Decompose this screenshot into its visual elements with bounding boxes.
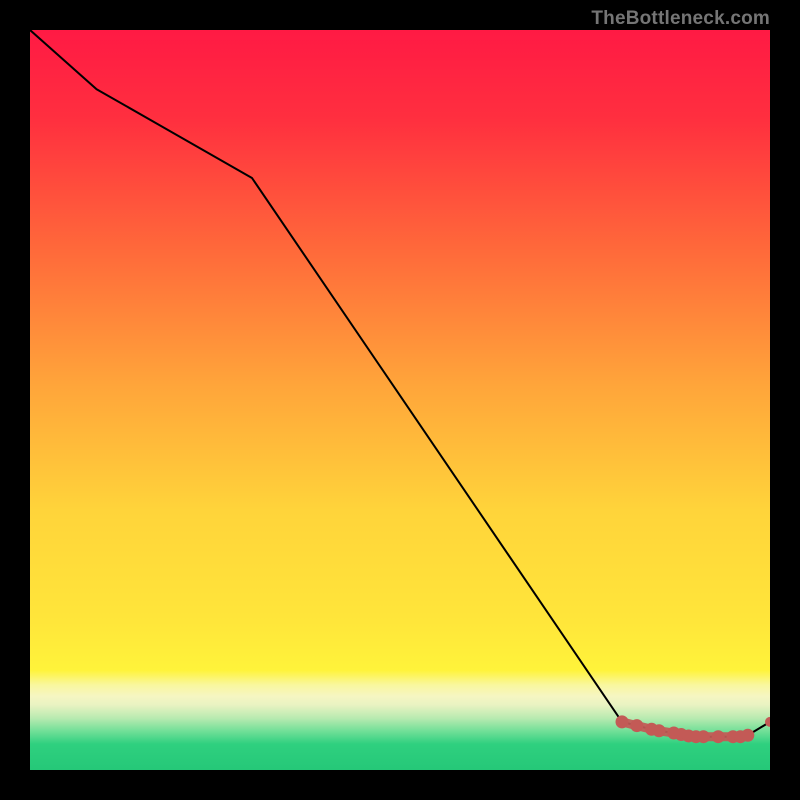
data-point xyxy=(616,715,629,728)
data-point xyxy=(697,730,710,743)
chart-svg xyxy=(30,30,770,770)
data-point xyxy=(712,730,725,743)
data-point xyxy=(630,719,643,732)
attribution-label: TheBottleneck.com xyxy=(591,8,770,30)
chart-container: TheBottleneck.com xyxy=(0,0,800,800)
plot-area xyxy=(30,30,770,770)
data-point xyxy=(653,724,666,737)
gradient-background xyxy=(30,30,770,770)
data-point xyxy=(741,729,754,742)
